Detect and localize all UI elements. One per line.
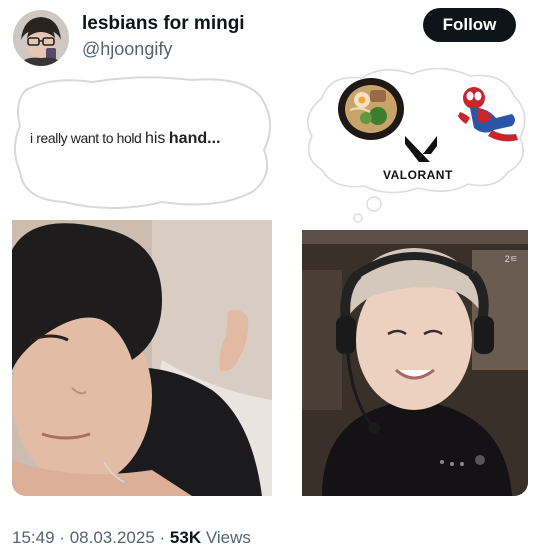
views-count[interactable]: 53K xyxy=(170,528,201,547)
separator-dot: · xyxy=(159,528,166,547)
tweet-time[interactable]: 15:49 xyxy=(12,528,55,547)
avatar[interactable] xyxy=(13,10,69,66)
tweet-date[interactable]: 08.03.2025 xyxy=(70,528,155,547)
spiderman-icon xyxy=(458,87,518,142)
follow-button[interactable]: Follow xyxy=(423,8,516,42)
tweet-header: lesbians for mingi @hjoongify Follow xyxy=(0,0,540,72)
photo-right-image xyxy=(302,230,528,496)
thought-bubble-panel: i really want to hold his hand... xyxy=(12,68,272,218)
thought-text-his: his xyxy=(144,130,166,147)
dream-bubble-panel: VALORANT xyxy=(300,68,528,228)
separator-dot: · xyxy=(59,528,65,547)
display-name[interactable]: lesbians for mingi xyxy=(82,12,245,36)
username-handle[interactable]: @hjoongify xyxy=(82,37,245,61)
thought-text-hand: hand... xyxy=(168,130,221,147)
tweet-metadata: 15:49 · 08.03.2025 · 53K Views xyxy=(12,528,251,548)
photo-left[interactable] xyxy=(12,220,272,496)
stream-overlay-text: 2ㅌ xyxy=(504,254,518,264)
photo-left-image xyxy=(12,220,272,496)
photo-right[interactable]: 2ㅌ xyxy=(302,230,528,496)
avatar-image xyxy=(13,10,69,66)
thought-text-main: i really want to hold xyxy=(30,130,142,146)
valorant-wordmark: VALORANT xyxy=(383,168,453,182)
ramen-icon xyxy=(338,78,404,140)
tweet-media-grid[interactable]: i really want to hold his hand... VALORA… xyxy=(12,68,528,496)
views-label[interactable]: Views xyxy=(206,528,251,547)
thought-text: i really want to hold his hand... xyxy=(30,130,220,148)
valorant-logo-icon xyxy=(405,136,437,162)
